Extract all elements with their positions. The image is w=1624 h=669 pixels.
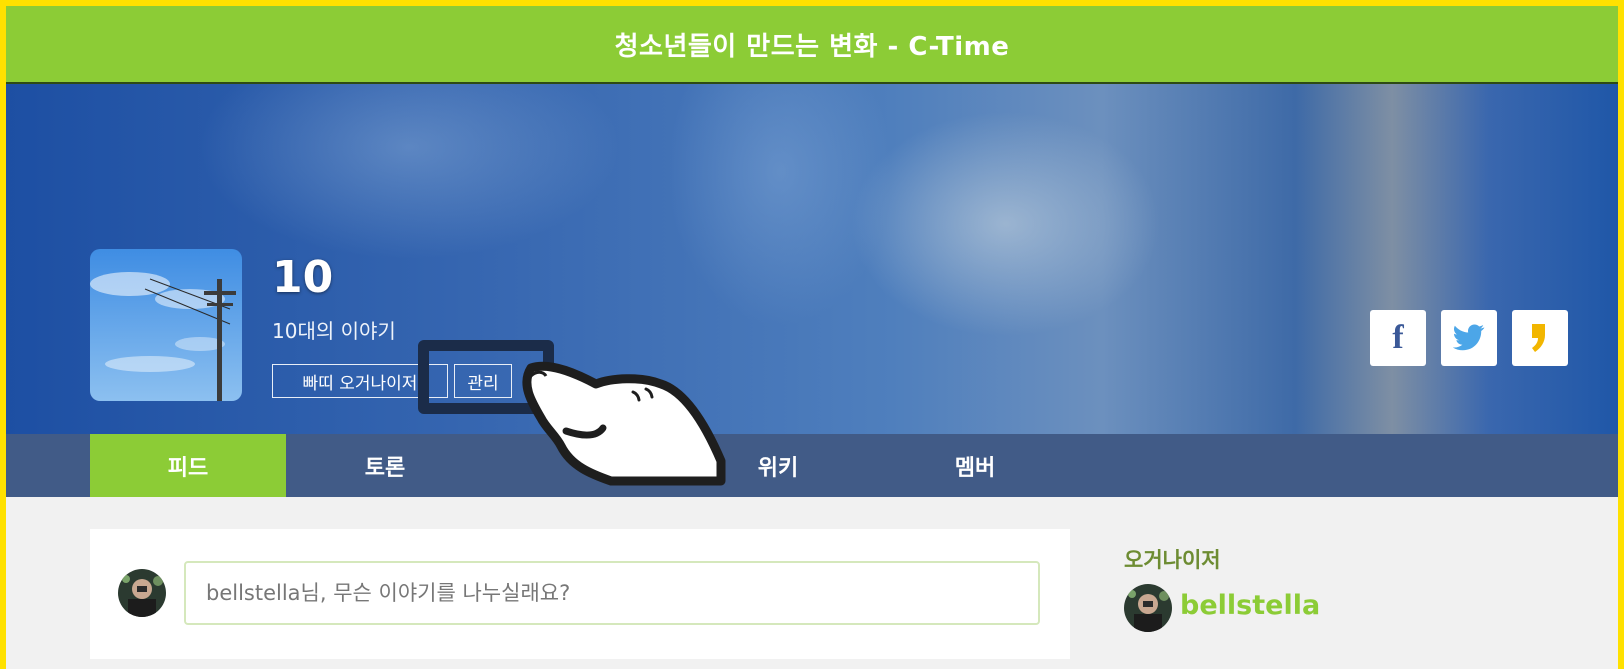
top-header: 청소년들이 만드는 변화 - C-Time [6, 6, 1618, 84]
user-avatar[interactable] [118, 569, 166, 617]
twitter-share-button[interactable] [1441, 310, 1497, 366]
organizer-avatar-icon [1124, 584, 1172, 632]
kakaostory-icon [1532, 324, 1545, 352]
community-hero-banner: 10 10대의 이야기 빠띠 오거나이저 관리 f [6, 84, 1618, 434]
organizer-heading: 오거나이저 [1124, 548, 1221, 572]
community-thumbnail [90, 249, 242, 401]
post-composer-card [90, 529, 1070, 659]
pointing-hand-icon [522, 361, 726, 486]
tab-feed[interactable]: 피드 [90, 434, 286, 497]
facebook-icon: f [1392, 319, 1404, 356]
post-input[interactable] [184, 561, 1040, 625]
community-tabs: 피드 토론 위키 멤버 [6, 434, 1618, 497]
facebook-share-button[interactable]: f [1370, 310, 1426, 366]
site-title[interactable]: 청소년들이 만드는 변화 - C-Time [615, 26, 1010, 63]
user-avatar-icon [118, 569, 166, 617]
community-name: 10 [272, 252, 334, 303]
organizer-name-link[interactable]: bellstella [1180, 590, 1320, 621]
app-frame: 청소년들이 만드는 변화 - C-Time 10 10대의 이야기 빠띠 오거나… [6, 6, 1618, 669]
tab-members[interactable]: 멤버 [877, 434, 1073, 497]
twitter-bird-icon [1453, 324, 1485, 351]
kakaostory-share-button[interactable] [1512, 310, 1568, 366]
organizer-avatar[interactable] [1124, 584, 1172, 632]
community-description: 10대의 이야기 [272, 319, 396, 343]
utility-pole-photo-icon [90, 249, 242, 401]
tab-discussion[interactable]: 토론 [287, 434, 483, 497]
